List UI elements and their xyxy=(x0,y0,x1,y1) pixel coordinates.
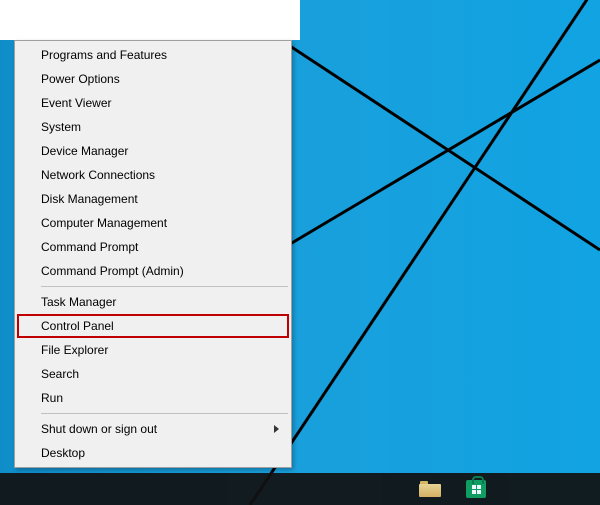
menu-task-manager[interactable]: Task Manager xyxy=(17,290,289,314)
menu-item-label: Device Manager xyxy=(41,144,128,158)
white-top-area xyxy=(0,0,300,40)
menu-separator xyxy=(41,413,288,414)
taskbar[interactable] xyxy=(0,473,600,505)
menu-item-label: Command Prompt xyxy=(41,240,138,254)
menu-item-label: Power Options xyxy=(41,72,120,86)
menu-item-label: System xyxy=(41,120,81,134)
winx-context-menu: Programs and Features Power Options Event … xyxy=(14,40,292,468)
menu-desktop[interactable]: Desktop xyxy=(17,441,289,465)
file-explorer-taskbar[interactable] xyxy=(407,473,453,505)
menu-item-label: Computer Management xyxy=(41,216,167,230)
windows-store-taskbar[interactable] xyxy=(453,473,499,505)
menu-run[interactable]: Run xyxy=(17,386,289,410)
menu-control-panel[interactable]: Control Panel xyxy=(17,314,289,338)
menu-item-label: Disk Management xyxy=(41,192,138,206)
menu-system[interactable]: System xyxy=(17,115,289,139)
menu-item-label: Run xyxy=(41,391,63,405)
menu-network-connections[interactable]: Network Connections xyxy=(17,163,289,187)
menu-item-label: Search xyxy=(41,367,79,381)
menu-item-label: Desktop xyxy=(41,446,85,460)
menu-programs-and-features[interactable]: Programs and Features xyxy=(17,43,289,67)
menu-command-prompt[interactable]: Command Prompt xyxy=(17,235,289,259)
menu-item-label: Programs and Features xyxy=(41,48,167,62)
menu-event-viewer[interactable]: Event Viewer xyxy=(17,91,289,115)
menu-shut-down-or-sign-out[interactable]: Shut down or sign out xyxy=(17,417,289,441)
desktop[interactable]: Programs and Features Power Options Event … xyxy=(0,0,600,505)
menu-item-label: Event Viewer xyxy=(41,96,111,110)
menu-file-explorer[interactable]: File Explorer xyxy=(17,338,289,362)
taskbar-spacer xyxy=(0,473,407,505)
menu-item-label: Task Manager xyxy=(41,295,116,309)
menu-search[interactable]: Search xyxy=(17,362,289,386)
menu-separator xyxy=(41,286,288,287)
menu-item-label: Shut down or sign out xyxy=(41,422,157,436)
folder-icon xyxy=(419,481,441,497)
menu-disk-management[interactable]: Disk Management xyxy=(17,187,289,211)
menu-item-label: Control Panel xyxy=(41,319,114,333)
menu-computer-management[interactable]: Computer Management xyxy=(17,211,289,235)
menu-device-manager[interactable]: Device Manager xyxy=(17,139,289,163)
menu-item-label: File Explorer xyxy=(41,343,108,357)
store-icon xyxy=(466,480,486,498)
menu-power-options[interactable]: Power Options xyxy=(17,67,289,91)
menu-item-label: Command Prompt (Admin) xyxy=(41,264,184,278)
menu-command-prompt-admin[interactable]: Command Prompt (Admin) xyxy=(17,259,289,283)
submenu-arrow-icon xyxy=(274,425,279,433)
menu-item-label: Network Connections xyxy=(41,168,155,182)
